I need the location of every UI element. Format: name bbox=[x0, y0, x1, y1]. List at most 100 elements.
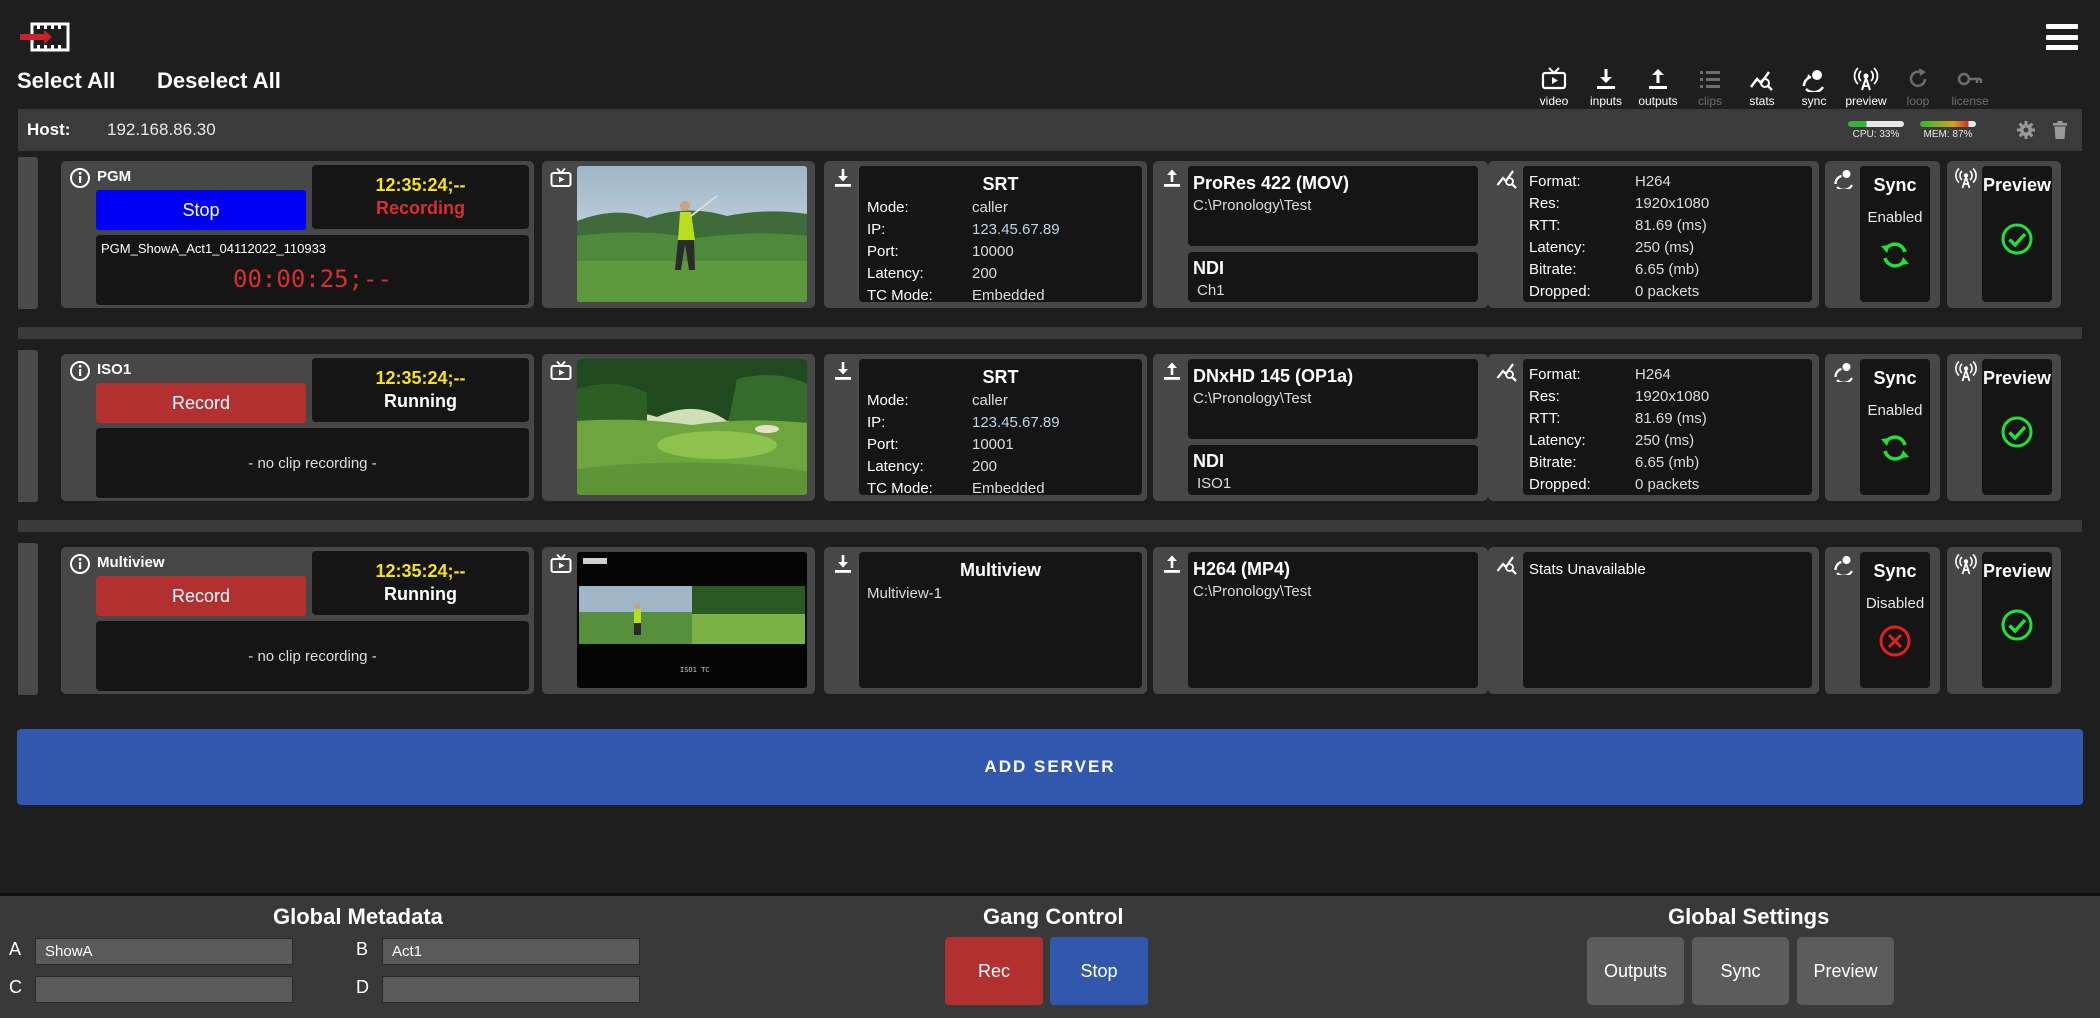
info-icon[interactable] bbox=[69, 167, 91, 189]
check-circle-icon bbox=[2001, 223, 2033, 255]
timecode-box: 12:35:24;-- Running bbox=[312, 358, 529, 422]
toolbar-outputs[interactable]: outputs bbox=[1632, 66, 1684, 108]
input-type-title: Multiview bbox=[959, 560, 1041, 580]
toolbar-label: license bbox=[1951, 94, 1989, 108]
preview-toggle[interactable]: Preview bbox=[1982, 359, 2052, 495]
output-item[interactable]: DNxHD 145 (OP1a) C:\Pronology\Test bbox=[1188, 359, 1478, 439]
row-drag-handle[interactable] bbox=[18, 543, 38, 695]
output-item[interactable]: NDI Ch1 bbox=[1188, 252, 1478, 302]
input-field-value: caller bbox=[972, 392, 1008, 409]
broadcast-icon bbox=[1955, 553, 1977, 575]
main-menu-icon[interactable] bbox=[2046, 24, 2078, 50]
channel-name: Multiview bbox=[97, 554, 165, 571]
stat-key: Latency: bbox=[1529, 432, 1586, 449]
add-server-button[interactable]: ADD SERVER bbox=[17, 729, 2083, 805]
toolbar-label: preview bbox=[1845, 94, 1887, 108]
global-sync-button[interactable]: Sync bbox=[1692, 937, 1789, 1005]
download-icon bbox=[835, 362, 851, 380]
stats-icon bbox=[1750, 71, 1773, 91]
video-thumbnail[interactable] bbox=[577, 359, 807, 495]
broadcast-icon bbox=[1955, 360, 1977, 382]
stats-details: Stats Unavailable bbox=[1523, 552, 1812, 688]
video-panel bbox=[542, 161, 815, 308]
global-outputs-button[interactable]: Outputs bbox=[1587, 937, 1684, 1005]
input-field-key: IP: bbox=[867, 221, 886, 238]
sync-toggle[interactable]: Sync Enabled bbox=[1860, 359, 1930, 495]
gear-icon[interactable] bbox=[2016, 120, 2036, 140]
toolbar-preview[interactable]: preview bbox=[1840, 66, 1892, 108]
channel-status: Running bbox=[384, 391, 457, 411]
stop-button[interactable]: Stop bbox=[96, 190, 306, 230]
toolbar-license[interactable]: license bbox=[1944, 66, 1996, 108]
video-thumbnail[interactable] bbox=[577, 166, 807, 302]
output-format: ProRes 422 (MOV) bbox=[1193, 173, 1350, 193]
metadata-field-a[interactable] bbox=[35, 938, 293, 965]
output-item[interactable]: H264 (MP4) C:\Pronology\Test bbox=[1188, 552, 1478, 688]
timecode-box: 12:35:24;-- Running bbox=[312, 551, 529, 615]
output-format: DNxHD 145 (OP1a) bbox=[1193, 366, 1354, 386]
preview-panel: Preview bbox=[1947, 354, 2061, 501]
sync-icon bbox=[1802, 70, 1825, 92]
sync-title: Sync bbox=[1873, 175, 1917, 195]
input-details: SRT Mode: caller IP: 123.45.67.89 Port: 10000 L… bbox=[859, 166, 1142, 304]
toolbar-inputs[interactable]: inputs bbox=[1580, 66, 1632, 108]
sync-toggle[interactable]: Sync Enabled bbox=[1860, 166, 1930, 302]
input-field-key: TC Mode: bbox=[867, 480, 933, 497]
row-drag-handle[interactable] bbox=[18, 350, 38, 502]
input-field-key: Latency: bbox=[867, 458, 924, 475]
metadata-field-c[interactable] bbox=[35, 976, 293, 1003]
toolbar-label: loop bbox=[1906, 94, 1930, 108]
preview-panel: Preview bbox=[1947, 161, 2061, 308]
preview-toggle[interactable]: Preview bbox=[1982, 552, 2052, 688]
row-separator bbox=[18, 520, 2082, 532]
gang-stop-button[interactable]: Stop bbox=[1050, 937, 1148, 1005]
key-icon bbox=[1957, 72, 1983, 86]
sync-toggle[interactable]: Sync Disabled bbox=[1860, 552, 1930, 688]
input-field-key: Mode: bbox=[867, 199, 909, 216]
stat-value: 250 (ms) bbox=[1635, 239, 1695, 256]
metadata-field-b[interactable] bbox=[382, 938, 640, 965]
metadata-field-d[interactable] bbox=[382, 976, 640, 1003]
record-button[interactable]: Record bbox=[96, 576, 306, 616]
toolbar-clips[interactable]: clips bbox=[1684, 66, 1736, 108]
select-all-button[interactable]: Select All bbox=[17, 68, 115, 94]
output-item[interactable]: ProRes 422 (MOV) C:\Pronology\Test bbox=[1188, 166, 1478, 246]
input-fields: Mode: caller IP: 123.45.67.89 Port: 10000 Late… bbox=[867, 197, 1137, 307]
svg-text:ISO1 TC: ISO1 TC bbox=[680, 666, 710, 674]
clip-info-box: - no clip recording - bbox=[96, 428, 529, 498]
toolbar-label: outputs bbox=[1638, 94, 1678, 108]
stat-value: 0 packets bbox=[1635, 283, 1700, 300]
record-button[interactable]: Record bbox=[96, 383, 306, 423]
toolbar-video[interactable]: video bbox=[1528, 66, 1580, 108]
preview-toggle[interactable]: Preview bbox=[1982, 166, 2052, 302]
toolbar-label: stats bbox=[1749, 94, 1775, 108]
toolbar-stats[interactable]: stats bbox=[1736, 66, 1788, 108]
outputs-panel: DNxHD 145 (OP1a) C:\Pronology\Test NDI ISO1 bbox=[1153, 354, 1488, 501]
input-field-value: caller bbox=[972, 199, 1008, 216]
global-preview-button[interactable]: Preview bbox=[1797, 937, 1894, 1005]
gang-rec-button[interactable]: Rec bbox=[945, 937, 1043, 1005]
stat-key: Dropped: bbox=[1529, 476, 1591, 493]
toolbar-sync[interactable]: sync bbox=[1788, 66, 1840, 108]
stat-value: 81.69 (ms) bbox=[1635, 410, 1707, 427]
stat-key: RTT: bbox=[1529, 217, 1561, 234]
input-field-value: 10000 bbox=[972, 243, 1014, 260]
broadcast-icon bbox=[1853, 67, 1879, 91]
toolbar-loop[interactable]: loop bbox=[1892, 66, 1944, 108]
row-drag-handle[interactable] bbox=[18, 157, 38, 309]
stat-key: Dropped: bbox=[1529, 283, 1591, 300]
gang-control-title: Gang Control bbox=[983, 904, 1124, 929]
info-icon[interactable] bbox=[69, 360, 91, 382]
deselect-all-button[interactable]: Deselect All bbox=[157, 68, 281, 94]
trash-icon[interactable] bbox=[2050, 120, 2070, 140]
output-item[interactable]: NDI ISO1 bbox=[1188, 445, 1478, 495]
toolbar-label: clips bbox=[1697, 94, 1722, 108]
clip-name: PGM_ShowA_Act1_04112022_110933 bbox=[101, 241, 327, 256]
input-panel: Multiview Multiview-1 bbox=[824, 547, 1147, 694]
stat-value: H264 bbox=[1635, 173, 1671, 190]
info-icon[interactable] bbox=[69, 553, 91, 575]
sync-icon bbox=[1834, 170, 1853, 189]
video-thumbnail[interactable]: ISO1 TC bbox=[577, 552, 807, 688]
channel-row: ISO1 Record 12:35:24;-- Running - no clip re… bbox=[18, 350, 2082, 502]
output-destination: C:\Pronology\Test bbox=[1193, 583, 1312, 600]
